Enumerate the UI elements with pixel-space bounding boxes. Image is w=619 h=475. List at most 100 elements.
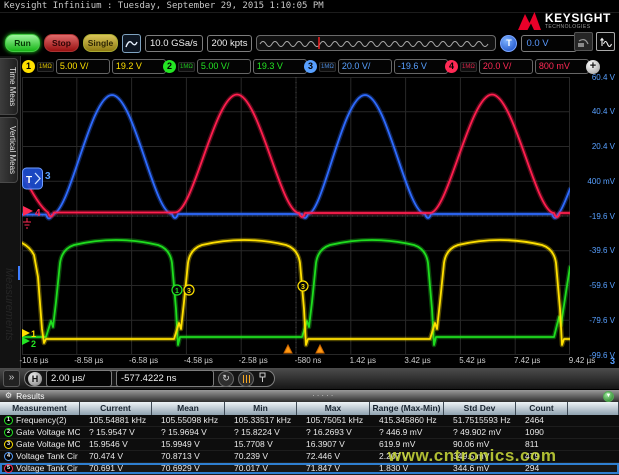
waveform-display[interactable]: T 3 4 1 2 1 xyxy=(22,77,570,355)
trigger-level-field[interactable]: 0.0 V xyxy=(521,35,577,52)
x-axis-label: -580 ns xyxy=(295,356,322,365)
measurements-watermark: Measurements xyxy=(3,268,15,341)
column-header-filler xyxy=(568,402,619,415)
measurement-value-cell: 15.7708 V xyxy=(225,439,297,450)
run-button[interactable]: Run xyxy=(5,34,40,52)
measurement-marker-yellow[interactable]: 3 xyxy=(184,285,194,295)
results-column-headers: MeasurementCurrentMeanMinMaxRange (Max-M… xyxy=(0,402,619,415)
results-title: Results xyxy=(16,391,44,401)
channel-1-scale-field[interactable]: 5.00 V/ xyxy=(56,59,110,74)
x-axis-label: -10.6 µs xyxy=(19,356,48,365)
svg-text:T: T xyxy=(26,175,32,186)
svg-text:3: 3 xyxy=(301,284,305,291)
tab-vertical-meas[interactable]: Vertical Meas xyxy=(0,117,18,183)
display-settings-icon[interactable] xyxy=(574,32,593,51)
column-header[interactable]: Measurement xyxy=(0,402,80,415)
sidebar-indicator xyxy=(18,266,20,280)
trigger-badge[interactable]: T xyxy=(500,35,517,52)
measurement-marker-yellow-2[interactable]: 3 xyxy=(298,281,308,291)
auto-scale-icon[interactable] xyxy=(596,32,615,51)
single-button[interactable]: Single xyxy=(83,34,118,52)
measurement-value-cell: 2464 xyxy=(516,415,568,426)
column-header[interactable]: Count xyxy=(516,402,568,415)
column-header[interactable]: Max xyxy=(297,402,370,415)
channel-1-badge[interactable]: 1 xyxy=(22,60,35,73)
pin-icon[interactable] xyxy=(258,370,267,388)
measurement-value-cell: 70.474 V xyxy=(80,451,152,462)
site-watermark: www.cntronics.com xyxy=(388,446,556,466)
column-header[interactable]: Current xyxy=(80,402,152,415)
channel-1-offset-field[interactable]: 19.2 V xyxy=(112,59,166,74)
measurement-value-cell: 72.446 V xyxy=(297,451,370,462)
channel-settings-bar: 11MΩ5.00 V/19.2 V21MΩ5.00 V/19.3 V31MΩ20… xyxy=(22,57,600,76)
logo-brand: KEYSIGHT xyxy=(545,12,611,24)
x-axis-label: 5.42 µs xyxy=(459,356,485,365)
column-header[interactable]: Mean xyxy=(152,402,225,415)
y-axis-label: -19.6 V xyxy=(589,212,615,221)
add-waveform-button[interactable]: + xyxy=(586,60,600,74)
channel-3-offset-field[interactable]: -19.6 V xyxy=(394,59,448,74)
collapse-panel-button[interactable]: ▼ xyxy=(603,391,614,402)
waveform-preview-bar[interactable] xyxy=(256,35,496,51)
channel-3-scale-field[interactable]: 20.0 V/ xyxy=(338,59,392,74)
measurement-value-cell: ? 49.902 mV xyxy=(444,427,516,438)
measurement-value-cell: 105.75051 kHz xyxy=(297,415,370,426)
expand-panel-button[interactable]: » xyxy=(3,370,20,387)
svg-text:1: 1 xyxy=(31,329,36,339)
channel-4-scale-field[interactable]: 20.0 V/ xyxy=(479,59,533,74)
measurement-value-cell: 70.8713 V xyxy=(152,451,225,462)
channel-2-impedance: 1MΩ xyxy=(178,62,195,72)
channel-3-badge[interactable]: 3 xyxy=(304,60,317,73)
x-axis-label: -4.58 µs xyxy=(184,356,213,365)
trigger-time-marker[interactable] xyxy=(316,345,324,353)
measurement-row[interactable]: 2Gate Voltage MC? 15.9547 V? 15.9694 V? … xyxy=(0,427,619,439)
row-filler xyxy=(568,439,619,450)
y-axis-label: 20.4 V xyxy=(592,142,615,151)
channel-4-controls: 41MΩ20.0 V/800 mV xyxy=(445,59,583,74)
svg-text:4: 4 xyxy=(35,208,41,219)
channel-4-offset-field[interactable]: 800 mV xyxy=(535,59,589,74)
sample-rate-field[interactable]: 10.0 GSa/s xyxy=(145,35,203,52)
axis-channel-indicator: 3 xyxy=(610,356,615,366)
acquisition-mode-icon[interactable] xyxy=(122,34,141,53)
channel-2-offset-field[interactable]: 19.3 V xyxy=(253,59,307,74)
tab-time-meas[interactable]: Time Meas xyxy=(0,58,18,115)
row-filler xyxy=(568,415,619,426)
horizontal-badge[interactable]: H xyxy=(28,372,42,386)
column-header[interactable]: Std Dev xyxy=(444,402,516,415)
time-reference-marker[interactable] xyxy=(284,345,292,353)
measurement-name-cell: 3Gate Voltage MC xyxy=(0,439,80,450)
x-axis-label: -6.58 µs xyxy=(129,356,158,365)
channel-2-badge[interactable]: 2 xyxy=(163,60,176,73)
stop-button[interactable]: Stop xyxy=(44,34,79,52)
measurement-row[interactable]: 1Frequency(2)105.54881 kHz105.55098 kHz1… xyxy=(0,415,619,427)
x-axis-label: -8.58 µs xyxy=(74,356,103,365)
measurement-value-cell: ? 446.9 mV xyxy=(370,427,444,438)
measurement-name-cell: 2Gate Voltage MC xyxy=(0,427,80,438)
trigger-level-marker[interactable]: T xyxy=(23,168,43,189)
channel-4-badge[interactable]: 4 xyxy=(445,60,458,73)
measurement-marker-green[interactable]: 1 xyxy=(172,285,182,295)
memory-depth-field[interactable]: 200 kpts xyxy=(207,35,253,52)
gear-icon[interactable]: ⚙ xyxy=(5,392,12,400)
measurement-source-icon: 4 xyxy=(4,452,13,461)
channel-1-controls: 11MΩ5.00 V/19.2 V xyxy=(22,59,160,74)
drag-handle[interactable]: ····· xyxy=(49,394,599,398)
channel-4-impedance: 1MΩ xyxy=(460,62,477,72)
column-header[interactable]: Min xyxy=(225,402,297,415)
ch3-reference-label[interactable]: 3 xyxy=(45,171,51,182)
column-header[interactable]: Range (Max-Min) xyxy=(370,402,444,415)
ch4-reference-marker[interactable]: 4 xyxy=(23,206,41,228)
channel-2-scale-field[interactable]: 5.00 V/ xyxy=(197,59,251,74)
measurement-value-cell: 70.239 V xyxy=(225,451,297,462)
timebase-scale-field[interactable]: 2.00 µs/ xyxy=(46,370,112,387)
zoom-mode-icon[interactable]: ↻ xyxy=(218,371,234,387)
results-header[interactable]: ⚙ Results ····· ▼ xyxy=(0,390,619,402)
acquisition-toolbar: Run Stop Single 10.0 GSa/s 200 kpts T 0.… xyxy=(0,31,577,55)
measurement-value-cell: 15.9546 V xyxy=(80,439,152,450)
y-axis-label: -59.6 V xyxy=(589,281,615,290)
measurement-value-cell: 415.345860 Hz xyxy=(370,415,444,426)
pan-handles-icon[interactable] xyxy=(238,371,254,387)
y-axis-label: 60.4 V xyxy=(592,73,615,82)
timebase-position-field[interactable]: -577.4222 ns xyxy=(116,370,214,387)
